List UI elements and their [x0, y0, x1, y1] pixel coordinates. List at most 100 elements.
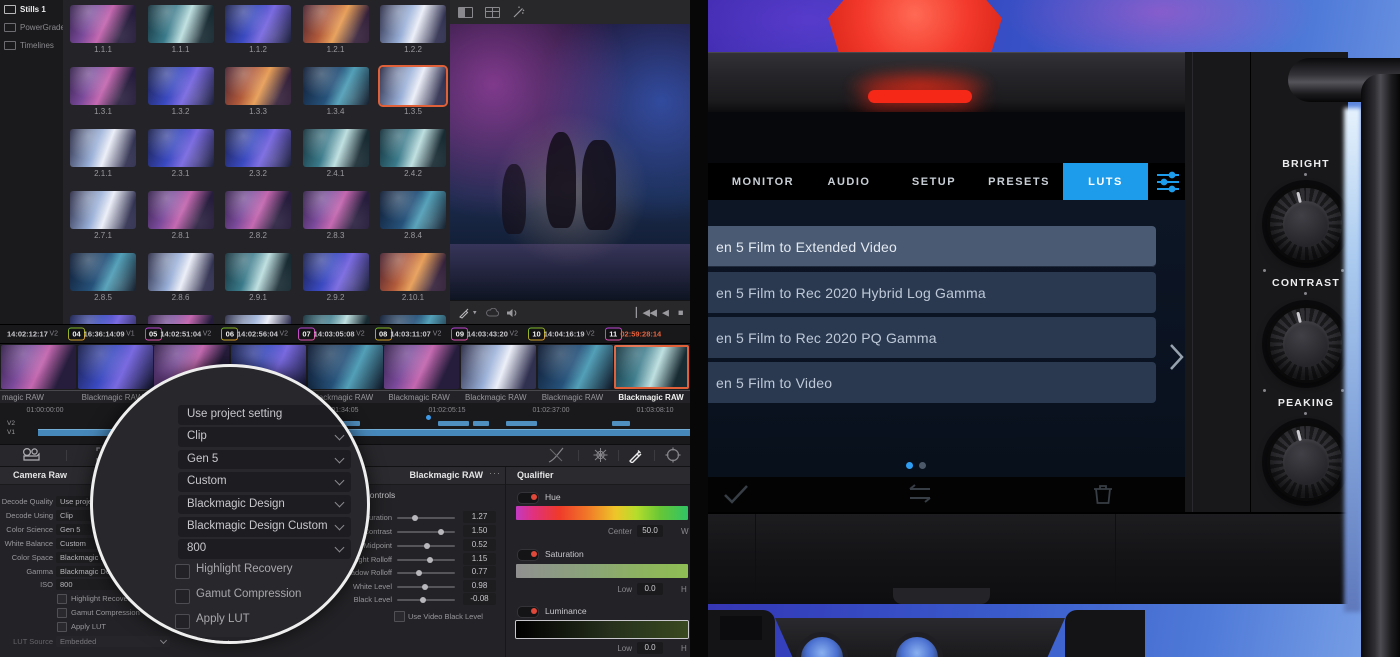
slider-track-saturation[interactable]	[397, 517, 455, 519]
lut-item-en-5-film-to-rec-2020-pq-gamma[interactable]: en 5 Film to Rec 2020 PQ Gamma	[708, 317, 1156, 358]
lut-item-en-5-film-to-extended-video[interactable]: en 5 Film to Extended Video	[708, 226, 1156, 267]
checkbox-use-video-black-level[interactable]	[394, 611, 405, 622]
power-window-icon[interactable]	[664, 447, 682, 463]
still-thumbnail-partial[interactable]	[225, 315, 291, 324]
toggle-saturation[interactable]	[517, 549, 539, 561]
settings-sliders-icon[interactable]	[1156, 171, 1180, 193]
color-warper-icon[interactable]	[592, 447, 609, 463]
slider-track-shadow-rolloff[interactable]	[397, 572, 455, 574]
knob-peaking[interactable]	[1267, 423, 1345, 501]
slider-value[interactable]: 0.98	[463, 580, 496, 592]
magnified-iso-dropdown[interactable]: 800	[178, 539, 351, 559]
knob-contrast[interactable]	[1267, 305, 1345, 383]
step-back-button[interactable]: ◀	[662, 309, 669, 318]
checkbox-highlight-recovery[interactable]	[57, 594, 67, 604]
toggle-luminance[interactable]	[517, 606, 539, 618]
speaker-icon[interactable]	[506, 308, 518, 319]
curves-icon[interactable]	[548, 447, 564, 463]
timeline-clip-thumbnail[interactable]	[538, 345, 613, 389]
slider-value[interactable]: 1.50	[463, 525, 496, 537]
still-thumbnail-1.3.1[interactable]	[70, 67, 136, 105]
checkbox-apply-lut[interactable]	[57, 622, 67, 632]
still-thumbnail-1.3.2[interactable]	[148, 67, 214, 105]
knob-bright[interactable]	[1267, 185, 1345, 263]
param-value[interactable]: 0.0	[637, 583, 663, 595]
confirm-check-icon[interactable]	[722, 483, 750, 505]
still-thumbnail-2.1.1[interactable]	[70, 129, 136, 167]
camera-raw-icon[interactable]	[22, 447, 42, 462]
tab-presets[interactable]: PRESETS	[988, 163, 1050, 200]
still-thumbnail-partial[interactable]	[148, 315, 214, 324]
options-menu-icon[interactable]: ···	[489, 468, 501, 478]
still-thumbnail-1.3.3[interactable]	[225, 67, 291, 105]
still-thumbnail-partial[interactable]	[70, 315, 136, 324]
picker-icon[interactable]	[458, 307, 470, 319]
sidebar-item-powergrade-1[interactable]: PowerGrade 1	[0, 18, 63, 36]
magnified-decode-using-dropdown[interactable]: Clip	[178, 427, 351, 447]
cloud-icon[interactable]	[486, 308, 500, 318]
slider-handle[interactable]	[412, 515, 418, 521]
param-value[interactable]: 50.0	[637, 525, 663, 537]
still-thumbnail-2.8.5[interactable]	[70, 253, 136, 291]
lut-item-en-5-film-to-video[interactable]: en 5 Film to Video	[708, 362, 1156, 403]
slider-handle[interactable]	[416, 570, 422, 576]
enhance-wand-icon[interactable]	[512, 6, 525, 19]
still-thumbnail-2.7.1[interactable]	[70, 191, 136, 229]
hue-range-bar[interactable]	[516, 506, 688, 520]
still-thumbnail-2.4.1[interactable]	[303, 129, 369, 167]
still-thumbnail-2.3.2[interactable]	[225, 129, 291, 167]
slider-handle[interactable]	[420, 597, 426, 603]
magnified-quality-dropdown[interactable]: Use project setting	[178, 405, 351, 425]
skip-to-start-button[interactable]: ▏◀◀	[636, 309, 657, 318]
slider-handle[interactable]	[438, 529, 444, 535]
still-thumbnail-2.9.2[interactable]	[303, 253, 369, 291]
still-thumbnail-2.9.1[interactable]	[225, 253, 291, 291]
still-thumbnail-2.4.2[interactable]	[380, 129, 446, 167]
slider-handle[interactable]	[422, 584, 428, 590]
timeline-clip-thumbnail[interactable]	[308, 345, 383, 389]
magnified-color-space-dropdown[interactable]: Blackmagic Design	[178, 495, 351, 515]
magnified-white-balance-dropdown[interactable]: Custom	[178, 472, 351, 492]
param-value[interactable]: 0.0	[637, 642, 663, 654]
luminance-range-bar[interactable]	[516, 621, 688, 638]
slider-value[interactable]: 1.27	[463, 511, 496, 523]
lut-source-dropdown[interactable]: Embedded	[56, 636, 170, 647]
slider-handle[interactable]	[424, 543, 430, 549]
magnified-gamma-dropdown[interactable]: Blackmagic Design Custom	[178, 517, 351, 537]
slider-track-highlight-rolloff[interactable]	[397, 559, 455, 561]
lut-item-en-5-film-to-rec-2020-hybrid-log-gamma[interactable]: en 5 Film to Rec 2020 Hybrid Log Gamma	[708, 272, 1156, 313]
still-thumbnail-2.3.1[interactable]	[148, 129, 214, 167]
slider-handle[interactable]	[427, 557, 433, 563]
magnified-checkbox-apply-lut[interactable]	[175, 614, 190, 629]
checkbox-gamut-compression[interactable]	[57, 608, 67, 618]
still-thumbnail-2.10.1[interactable]	[380, 253, 446, 291]
stop-button[interactable]: ■	[678, 309, 683, 318]
still-thumbnail-1.1.2[interactable]	[225, 5, 291, 43]
still-thumbnail-partial[interactable]	[380, 315, 446, 324]
saturation-range-bar[interactable]	[516, 564, 688, 578]
split-screen-icon[interactable]	[458, 7, 473, 18]
still-thumbnail-1.1.1[interactable]	[148, 5, 214, 43]
tab-luts[interactable]: LUTS	[1063, 163, 1148, 200]
timeline-clip-thumbnail[interactable]	[384, 345, 459, 389]
tab-audio[interactable]: AUDIO	[828, 163, 871, 200]
toggle-hue[interactable]	[517, 492, 539, 504]
slider-track-contrast[interactable]	[397, 531, 455, 533]
still-thumbnail-2.8.1[interactable]	[148, 191, 214, 229]
timeline-clip-thumbnail[interactable]	[1, 345, 76, 389]
timeline-clip-thumbnail[interactable]	[78, 345, 153, 389]
picker-dropdown-chevron[interactable]: ▾	[473, 310, 477, 317]
magnified-checkbox-highlight-recovery[interactable]	[175, 564, 190, 579]
slider-value[interactable]: 0.77	[463, 566, 496, 578]
still-thumbnail-partial[interactable]	[303, 315, 369, 324]
magnified-color-science-dropdown[interactable]: Gen 5	[178, 450, 351, 470]
tab-setup[interactable]: SETUP	[912, 163, 956, 200]
timeline-clip-thumbnail[interactable]	[614, 345, 689, 389]
qualifier-icon[interactable]	[628, 447, 644, 463]
slider-value[interactable]: 0.52	[463, 539, 496, 551]
still-thumbnail-2.8.4[interactable]	[380, 191, 446, 229]
next-page-chevron-icon[interactable]	[1168, 342, 1185, 372]
still-thumbnail-2.8.6[interactable]	[148, 253, 214, 291]
magnified-checkbox-gamut-compression[interactable]	[175, 589, 190, 604]
slider-value[interactable]: 1.15	[463, 553, 496, 565]
